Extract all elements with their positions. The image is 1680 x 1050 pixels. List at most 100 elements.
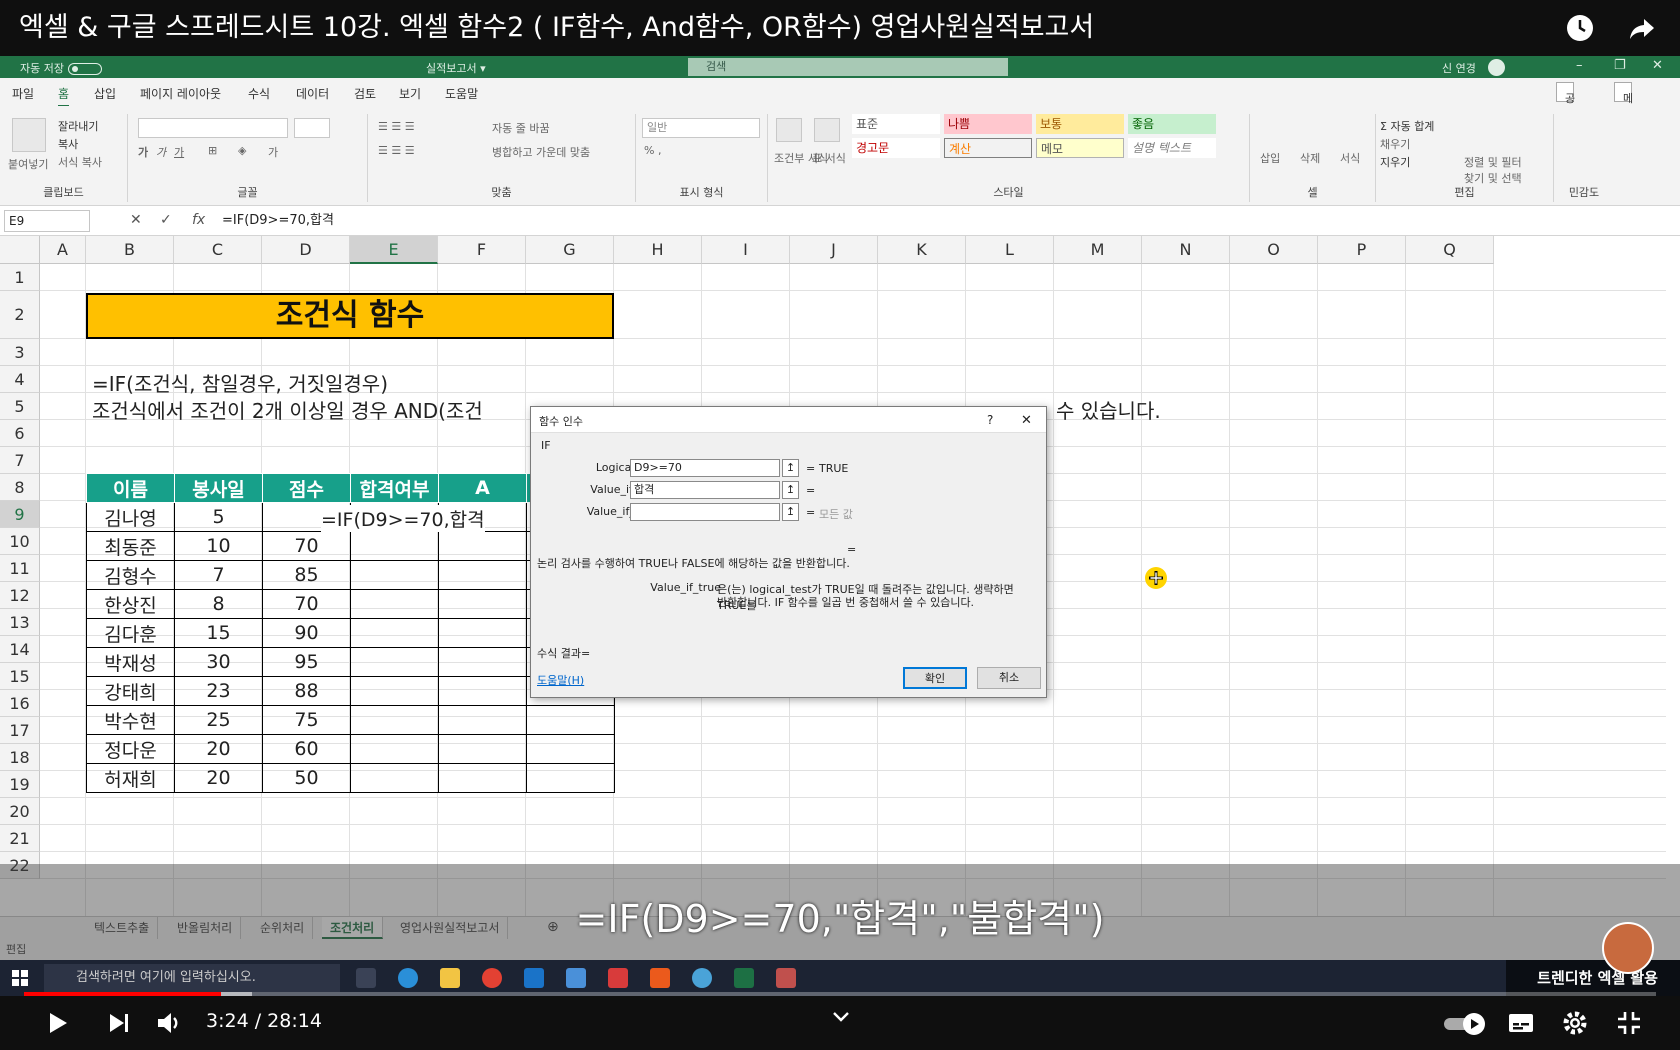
argument-input[interactable]: D9>=70 <box>630 459 780 477</box>
table-header[interactable]: A <box>438 473 527 503</box>
table-cell[interactable] <box>526 763 615 793</box>
table-cell[interactable]: 23 <box>174 676 263 706</box>
column-header-l[interactable]: L <box>966 236 1054 264</box>
column-header-a[interactable]: A <box>40 236 86 264</box>
clear-button[interactable]: 지우기 <box>1380 154 1410 170</box>
table-cell[interactable]: 5 <box>174 502 263 532</box>
autosum-button[interactable]: Σ 자동 합계 <box>1380 118 1434 134</box>
table-cell[interactable] <box>350 531 439 561</box>
table-cell[interactable]: 김형수 <box>86 560 175 590</box>
table-cell[interactable] <box>438 676 527 706</box>
column-header-e[interactable]: E <box>350 236 438 264</box>
bold-icon[interactable]: 가 <box>138 144 148 160</box>
enter-formula-icon[interactable]: ✓ <box>160 212 172 228</box>
table-format-button[interactable]: 표 서식 <box>812 150 846 166</box>
row-header-18[interactable]: 18 <box>0 744 40 771</box>
column-header-h[interactable]: H <box>614 236 702 264</box>
office-icon[interactable] <box>650 968 670 988</box>
chevron-down-icon[interactable] <box>826 1002 856 1032</box>
table-cell[interactable]: 15 <box>174 618 263 648</box>
table-cell[interactable]: 박수현 <box>86 705 175 735</box>
tab-page-layout[interactable]: 페이지 레이아웃 <box>140 85 221 102</box>
insert-cells-button[interactable]: 삽입 <box>1260 150 1280 166</box>
table-cell[interactable] <box>438 560 527 590</box>
play-icon[interactable] <box>42 1008 72 1038</box>
volume-icon[interactable] <box>154 1008 184 1038</box>
table-cell[interactable] <box>438 531 527 561</box>
tab-view[interactable]: 보기 <box>399 85 421 102</box>
next-icon[interactable] <box>104 1008 134 1038</box>
table-cell[interactable] <box>350 676 439 706</box>
percent-icon[interactable]: % , <box>644 144 661 157</box>
style-good[interactable]: 좋음 <box>1128 114 1216 134</box>
row-header-12[interactable]: 12 <box>0 582 40 609</box>
border-icon[interactable]: ⊞ <box>208 144 217 157</box>
app-icon[interactable] <box>692 968 712 988</box>
excel-taskbar-icon[interactable] <box>734 968 754 988</box>
column-header-j[interactable]: J <box>790 236 878 264</box>
editing-cell-e9[interactable]: =IF(D9>=70,합격 <box>321 505 485 532</box>
tab-insert[interactable]: 삽입 <box>94 85 116 102</box>
font-color-icon[interactable]: 가 <box>268 144 278 160</box>
dialog-help-icon[interactable]: ? <box>987 413 993 427</box>
paste-button[interactable]: 붙여넣기 <box>8 156 48 172</box>
row-header-20[interactable]: 20 <box>0 798 40 825</box>
collapse-dialog-icon[interactable]: ↥ <box>782 503 799 521</box>
table-cell[interactable]: 90 <box>262 618 351 648</box>
row-header-6[interactable]: 6 <box>0 420 40 447</box>
merge-center-button[interactable]: 병합하고 가운데 맞춤 <box>492 144 590 160</box>
table-cell[interactable] <box>526 705 615 735</box>
cell-b5[interactable]: 조건식에서 조건이 2개 이상일 경우 AND(조건 <box>92 395 483 424</box>
table-cell[interactable]: 30 <box>174 647 263 677</box>
column-header-i[interactable]: I <box>702 236 790 264</box>
table-cell[interactable]: 김나영 <box>86 502 175 532</box>
tab-help[interactable]: 도움말 <box>445 85 478 102</box>
task-view-icon[interactable] <box>356 968 376 988</box>
row-header-10[interactable]: 10 <box>0 528 40 555</box>
ok-button[interactable]: 확인 <box>903 667 967 689</box>
copy-button[interactable]: 복사 <box>58 136 78 152</box>
insert-function-icon[interactable]: fx <box>192 212 205 228</box>
column-header-k[interactable]: K <box>878 236 966 264</box>
tab-review[interactable]: 검토 <box>354 85 376 102</box>
column-header-o[interactable]: O <box>1230 236 1318 264</box>
column-header-d[interactable]: D <box>262 236 350 264</box>
table-cell[interactable]: 70 <box>262 531 351 561</box>
table-cell[interactable]: 95 <box>262 647 351 677</box>
table-cell[interactable] <box>438 618 527 648</box>
windows-start-icon[interactable] <box>12 970 28 986</box>
collapse-dialog-icon[interactable]: ↥ <box>782 459 799 477</box>
chrome-icon[interactable] <box>482 968 502 988</box>
minimize-icon[interactable]: – <box>1576 58 1583 73</box>
row-header-14[interactable]: 14 <box>0 636 40 663</box>
column-header-f[interactable]: F <box>438 236 526 264</box>
autosave-toggle[interactable]: 자동 저장 <box>20 60 102 76</box>
style-warning[interactable]: 경고문 <box>852 138 940 158</box>
argument-input[interactable] <box>630 503 780 521</box>
avatar[interactable] <box>1488 59 1505 76</box>
table-header[interactable]: 점수 <box>262 473 351 503</box>
app-icon[interactable] <box>566 968 586 988</box>
memo-button[interactable]: 메모 <box>1614 82 1633 121</box>
table-cell[interactable] <box>438 734 527 764</box>
row-header-2[interactable]: 2 <box>0 291 40 339</box>
table-cell[interactable]: 7 <box>174 560 263 590</box>
column-header-c[interactable]: C <box>174 236 262 264</box>
tab-formulas[interactable]: 수식 <box>248 85 270 102</box>
style-normal[interactable]: 표준 <box>852 114 940 134</box>
table-cell[interactable]: 10 <box>174 531 263 561</box>
format-cells-button[interactable]: 서식 <box>1340 150 1360 166</box>
file-explorer-icon[interactable] <box>440 968 460 988</box>
row-header-1[interactable]: 1 <box>0 264 40 291</box>
row-header-8[interactable]: 8 <box>0 474 40 501</box>
name-box[interactable]: E9 <box>4 210 90 232</box>
style-calc[interactable]: 계산 <box>944 138 1032 158</box>
table-cell[interactable] <box>438 705 527 735</box>
tab-data[interactable]: 데이터 <box>296 85 329 102</box>
share-button[interactable]: 공유 <box>1556 82 1575 121</box>
row-header-16[interactable]: 16 <box>0 690 40 717</box>
table-cell[interactable]: 김다훈 <box>86 618 175 648</box>
tab-home[interactable]: 홈 <box>58 85 70 107</box>
row-header-17[interactable]: 17 <box>0 717 40 744</box>
collapse-dialog-icon[interactable]: ↥ <box>782 481 799 499</box>
